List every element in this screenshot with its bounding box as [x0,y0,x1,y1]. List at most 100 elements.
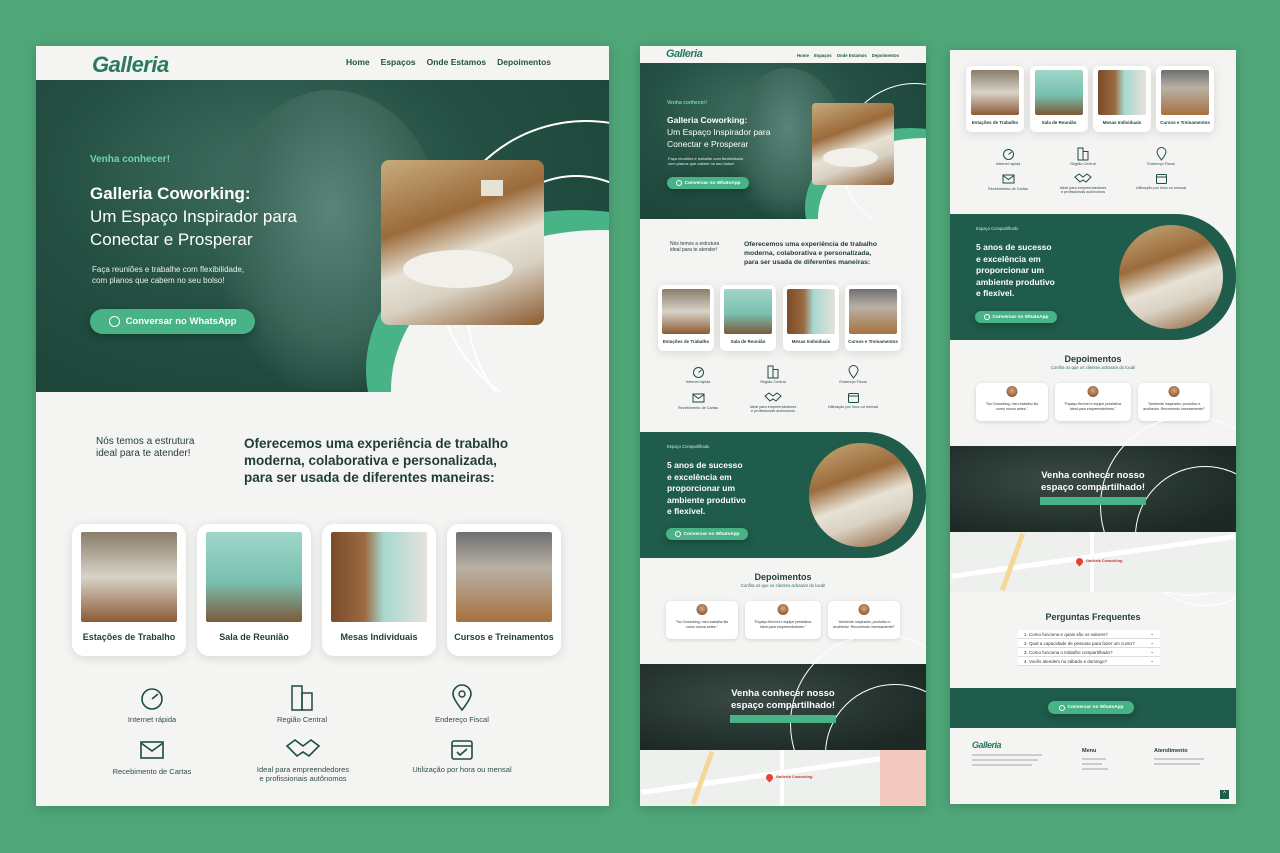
calendar-icon [451,740,473,760]
avatar [696,604,708,615]
nav-onde-estamos[interactable]: Onde Estamos [837,53,867,58]
intro-right-2: moderna, colaborativa e personalizada, [744,250,872,257]
nav-depoimentos[interactable]: Depoimentos [497,57,551,67]
space-card-label: Sala de Reunião [219,632,289,642]
avatar [1168,386,1180,397]
speedometer-icon [1002,149,1014,160]
intro-right-1: Oferecemos uma experiência de trabalho [744,241,877,248]
whatsapp-icon [108,316,120,327]
nav-depoimentos[interactable]: Depoimentos [872,53,899,58]
whatsapp-button[interactable]: Conversar no WhatsApp [666,528,748,540]
faq-item[interactable]: 4. Vocês atendem no sábado e domingo? ⌄ [1018,657,1160,666]
hero-title: Galleria Coworking: [667,115,748,125]
space-photo [456,532,552,622]
whatsapp-button-label: Conversar no WhatsApp [125,316,237,327]
testimonial-card: "Ambiente inspirador, produtivo e acolhe… [828,601,900,639]
testimonials-title: Depoimentos [754,572,812,582]
space-card[interactable]: Sala de Reunião [720,285,776,351]
space-photo [331,532,427,622]
chevron-down-icon: ⌄ [1150,640,1154,645]
space-card-label: Estações de Trabalho [662,339,710,344]
main-nav: Home Espaços Onde Estamos Depoimentos [346,57,551,67]
whatsapp-button[interactable]: Conversar no WhatsApp [975,311,1057,323]
feature-label: Recebimento de Cartas [112,767,192,776]
nav-espacos[interactable]: Espaços [381,57,416,67]
envelope-icon [1002,174,1014,184]
feature-item: Utilização por hora ou mensal [1130,172,1192,190]
faq-item[interactable]: 2. Qual a capacidade de pessoas para faz… [1018,639,1160,648]
feature-label: Internet rápida [127,715,177,724]
testimonial-card: "Ambiente inspirador, produtivo e acolhe… [1138,383,1210,421]
shared-kicker: Espaço Compartilhado [667,444,710,449]
faq-item[interactable]: 3. Como funciona o trabalho compartilhad… [1018,648,1160,657]
intro-left-1: Nós temos a estrutura [96,436,195,447]
intro-right-1: Oferecemos uma experiência de trabalho [244,436,509,451]
handshake-icon [764,392,782,402]
faq-item[interactable]: 1. Como funciona e quais são os valores?… [1018,630,1160,639]
nav-home[interactable]: Home [797,53,809,58]
feature-label: e profissionais autônomos [259,774,347,783]
calendar-icon [847,393,859,403]
hero-subtitle-2: Conectar e Prosperar [667,139,749,149]
buildings-icon [1077,147,1089,161]
feature-label: Endereço Fiscal [435,715,489,724]
location-map[interactable]: Galleria Coworking [950,532,1236,592]
back-to-top-button[interactable]: ^ [1220,790,1229,799]
nav-onde-estamos[interactable]: Onde Estamos [427,57,487,67]
feature-item: Região Central [1058,146,1108,166]
space-card[interactable]: Sala de Reunião [1030,66,1088,132]
main-nav: Home Espaços Onde Estamos Depoimentos [797,53,899,58]
hero-title: Galleria Coworking: [90,184,251,203]
space-card[interactable]: Cursos e Treinamentos [1156,66,1214,132]
whatsapp-button[interactable]: Conversar no WhatsApp [90,309,255,334]
space-photo [81,532,177,622]
hero-desc-2: com planos que cabem no seu bolso! [92,276,225,285]
space-card[interactable]: Estações de Trabalho [658,285,714,351]
whatsapp-icon [1058,704,1065,711]
space-card-label: Estações de Trabalho [82,632,176,642]
testimonial-card: "No Coworking, meu trabalho flui como nu… [666,601,738,639]
calendar-icon [1155,174,1167,184]
chevron-down-icon: ⌄ [1150,649,1154,654]
space-card[interactable]: Mesas Individuais [783,285,839,351]
chevron-down-icon: ⌄ [1150,658,1154,663]
testimonial-card: "No Coworking, meu trabalho flui como nu… [976,383,1048,421]
feature-item: Internet rápida [102,686,202,724]
nav-espacos[interactable]: Espaços [814,53,832,58]
buildings-icon [291,685,313,711]
envelope-icon [692,393,704,403]
intro-right-2: moderna, colaborativa e personalizada, [244,453,497,468]
footer-hours-title: Atendimento [1154,748,1188,754]
nav-home[interactable]: Home [346,57,370,67]
space-card[interactable]: Cursos e Treinamentos [447,524,561,656]
space-card[interactable]: Estações de Trabalho [72,524,186,656]
feature-item: Ideal para empreendedores e profissionai… [1050,172,1116,194]
whatsapp-icon [675,180,682,186]
feature-item: Região Central [252,682,352,724]
visit-section: Venha conhecer nosso espaço compartilhad… [950,416,1236,606]
feature-item: Internet rápida [673,366,723,384]
space-card[interactable]: Mesas Individuais [322,524,436,656]
space-card[interactable]: Estações de Trabalho [966,66,1024,132]
space-card-label: Mesas Individuais [340,632,418,642]
whatsapp-button[interactable]: Conversar no WhatsApp [667,177,749,189]
feature-label: Região Central [276,715,328,724]
cta-band: Conversar no WhatsApp [950,688,1236,728]
handshake-icon [285,739,321,758]
shared-space-photo [806,440,916,550]
location-map[interactable]: Galleria Coworking [640,750,926,806]
space-card[interactable]: Sala de Reunião [197,524,311,656]
chevron-down-icon: ⌄ [1150,631,1154,636]
space-card[interactable]: Mesas Individuais [1093,66,1151,132]
testimonial-card: "Espaço flexível e equipe prestativa. Id… [745,601,821,639]
feature-item: Região Central [748,364,798,384]
logo[interactable]: Galleria [666,48,703,60]
shared-title: 5 anos de sucesso e excelência em proporci… [667,460,746,516]
space-card[interactable]: Cursos e Treinamentos [845,285,901,351]
faq-title: Perguntas Frequentes [1045,612,1141,622]
whatsapp-icon [983,314,990,320]
logo[interactable]: Galleria [92,52,169,78]
whatsapp-button[interactable]: Conversar no WhatsApp [1048,701,1134,714]
envelope-icon [140,741,164,759]
hero-section: Venha conhecer! Galleria Coworking: Um E… [36,80,609,392]
